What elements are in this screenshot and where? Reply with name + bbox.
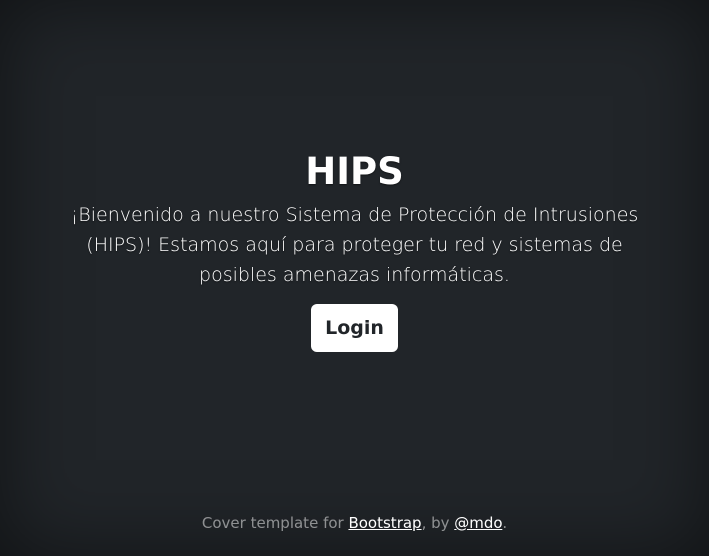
footer: Cover template for Bootstrap, by @mdo. bbox=[0, 512, 709, 534]
cover-main: HIPS ¡Bienvenido a nuestro Sistema de Pr… bbox=[0, 150, 709, 352]
welcome-text: ¡Bienvenido a nuestro Sistema de Protecc… bbox=[70, 204, 639, 286]
footer-suffix: . bbox=[502, 514, 508, 532]
page-title: HIPS bbox=[305, 150, 404, 193]
footer-prefix: Cover template for bbox=[201, 514, 349, 532]
bootstrap-link[interactable]: Bootstrap bbox=[348, 514, 421, 532]
mdo-link[interactable]: @mdo bbox=[454, 514, 502, 532]
footer-middle: , by bbox=[421, 514, 455, 532]
login-button[interactable]: Login bbox=[311, 304, 398, 352]
